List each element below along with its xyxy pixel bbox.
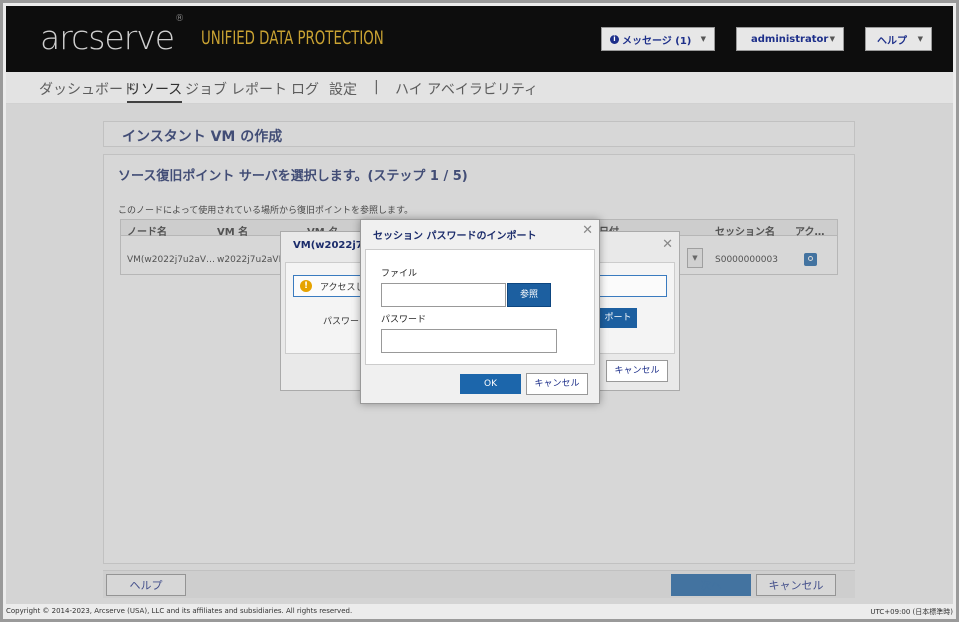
password-input[interactable] — [381, 329, 557, 353]
warning-icon: ! — [300, 280, 312, 292]
help-label: ヘルプ — [877, 35, 907, 47]
product-name: UNIFIED DATA PROTECTION — [201, 27, 384, 49]
copyright-text: Copyright © 2014-2023, Arcserve (USA), L… — [6, 607, 353, 615]
import-password-dialog: セッション パスワードのインポート ✕ ファイル 参照 パスワード OK キャン… — [360, 219, 600, 404]
warning-text: アクセスし — [320, 283, 365, 293]
timezone-text: UTC+09:00 (日本標準時) — [870, 608, 953, 616]
import-button[interactable]: ポート — [599, 308, 637, 328]
info-icon: i — [610, 34, 619, 44]
chevron-down-icon: ▼ — [917, 35, 923, 43]
arcserve-logo: arcserve® — [40, 14, 184, 57]
password-label: パスワード — [381, 315, 427, 325]
browse-button[interactable]: 参照 — [507, 283, 551, 307]
cancel-button[interactable]: キャンセル — [526, 373, 588, 395]
file-input[interactable] — [381, 283, 506, 307]
user-label: administrator — [751, 33, 829, 45]
top-header: arcserve® UNIFIED DATA PROTECTION i メッセー… — [6, 6, 953, 72]
chevron-down-icon: ▼ — [829, 35, 835, 43]
close-icon[interactable]: ✕ — [662, 237, 673, 252]
close-icon[interactable]: ✕ — [582, 223, 593, 238]
user-menu-button[interactable]: administrator ▼ — [736, 27, 844, 51]
messages-button[interactable]: i メッセージ (1) ▼ — [601, 27, 715, 51]
dialog-title: セッション パスワードのインポート — [373, 231, 537, 242]
ok-button[interactable]: OK — [460, 374, 521, 394]
dialog-cancel-button[interactable]: キャンセル — [606, 360, 668, 382]
messages-label: メッセージ (1) — [622, 35, 692, 47]
nav-modal-overlay — [6, 72, 953, 104]
chevron-down-icon: ▼ — [700, 35, 706, 43]
file-label: ファイル — [381, 269, 418, 279]
help-menu-button[interactable]: ヘルプ ▼ — [865, 27, 932, 51]
